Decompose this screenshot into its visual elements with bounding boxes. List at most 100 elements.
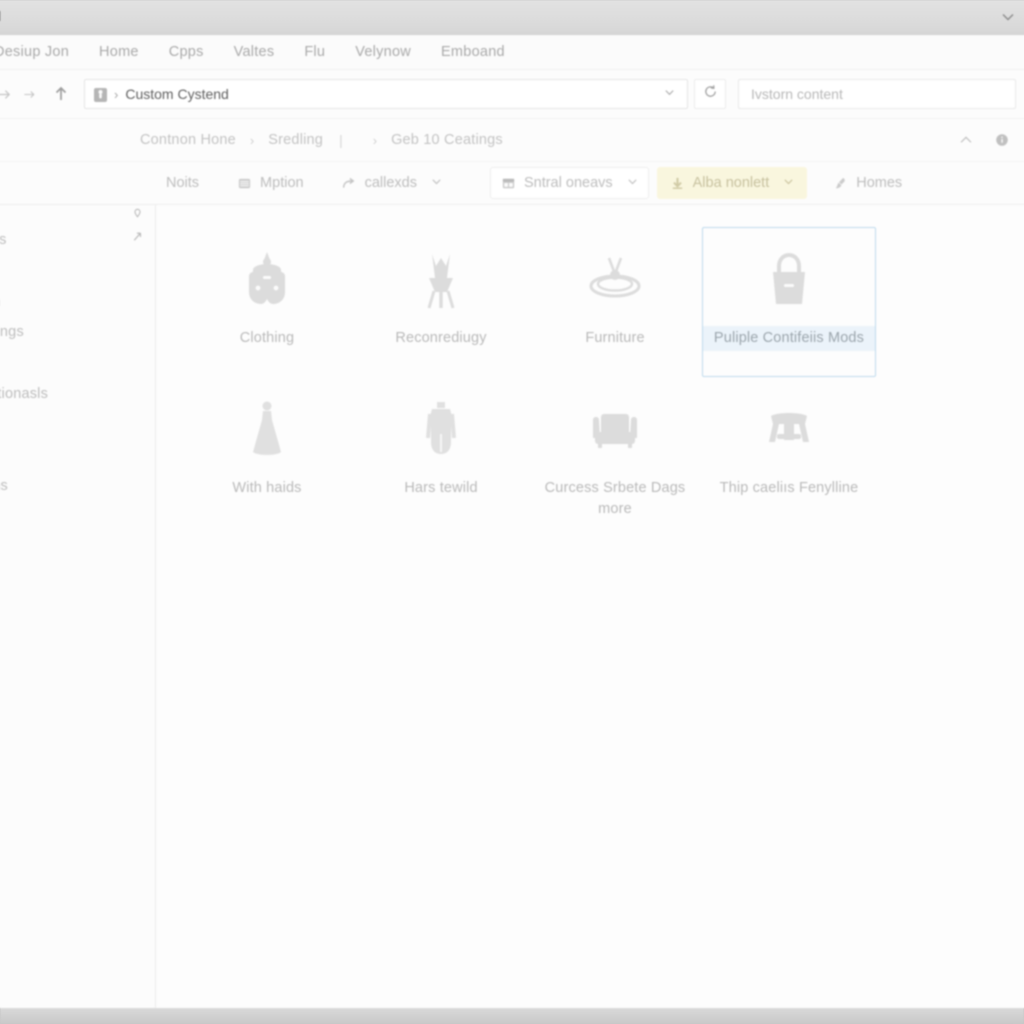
download-icon [670, 176, 685, 191]
grid-tile-thip-caelius-fenylline[interactable]: Thip caeliıs Fenylline [702, 377, 876, 527]
chevron-down-icon[interactable] [627, 176, 638, 190]
toolbar-label-mption: Mption [260, 175, 304, 191]
window-title: al [0, 8, 1, 24]
sidebar-group-gap-5 [0, 409, 155, 425]
arrow-diagonal-icon[interactable] [131, 230, 145, 244]
grid-tile-hars-tewild[interactable]: Hars tewild [354, 377, 528, 527]
desktop-bottom-bar [0, 1008, 1024, 1024]
list-icon [237, 176, 252, 191]
chevron-down-icon[interactable] [431, 176, 442, 190]
menu-item-emboand[interactable]: Emboand [441, 44, 505, 60]
menu-item-velynow[interactable]: Velynow [355, 44, 411, 60]
toolbar-item-callexds[interactable]: callexds [330, 169, 454, 197]
address-separator: › [114, 86, 119, 102]
grid-tile-clothing[interactable]: Clothing [180, 227, 354, 377]
breadcrumb-item-sredling[interactable]: Sredling [268, 132, 323, 148]
breadcrumb-divider: | [339, 132, 343, 148]
menu-item-desiup-jon[interactable]: Desiup Jon [0, 44, 69, 60]
grid-tile-reconrediugy[interactable]: Reconrediugy [354, 227, 528, 377]
sidebar-bottom-group: hs [0, 995, 155, 1008]
grid-tile-label: Clothing [239, 330, 295, 346]
share-icon [342, 176, 357, 191]
toolbar-label-callexds: callexds [364, 175, 417, 191]
toolbar-label-noits: Noits [166, 175, 200, 191]
layout-icon [501, 176, 516, 191]
menu-item-cpps[interactable]: Cpps [169, 44, 204, 60]
menu-item-flu[interactable]: Flu [304, 44, 325, 60]
toolbar-item-homes[interactable]: Homes [821, 169, 914, 197]
chevron-up-icon[interactable] [956, 130, 976, 150]
search-box[interactable] [738, 79, 1016, 109]
breadcrumb-item-geb-10-ceatings[interactable]: Geb 10 Ceatings [391, 132, 503, 148]
window-body: iles oh otings artionasls s ons hs [0, 205, 1024, 1008]
sidebar-item-otings[interactable]: otings [0, 317, 155, 347]
content-pane: Clothing Reconrediugy Furniture Puliple … [156, 205, 1024, 1008]
screen: al Desiup Jon Home Cpps Valtes Flu Velyn… [0, 0, 1024, 1024]
breadcrumb-separator-2: › [372, 132, 378, 148]
grid-tile-furniture[interactable]: Furniture [528, 227, 702, 377]
menu-item-valtes[interactable]: Valtes [234, 44, 275, 60]
table-icon [703, 388, 875, 472]
up-button[interactable] [48, 81, 74, 107]
sidebar-group-gap-3 [0, 347, 155, 363]
toolbar-label-sntral-oneavs: Sntral oneavs [523, 175, 613, 191]
sidebar-item-oh[interactable]: oh [0, 287, 155, 317]
navigation-bar: › Custom Cystend [0, 70, 1024, 119]
forward-button[interactable] [16, 81, 42, 107]
grid-tile-with-haids[interactable]: With haids [180, 377, 354, 527]
address-bar[interactable]: › Custom Cystend [84, 79, 688, 109]
drive-icon [93, 86, 108, 103]
file-explorer-window: al Desiup Jon Home Cpps Valtes Flu Velyn… [0, 0, 1024, 1008]
sidebar-item-ons[interactable]: ons [0, 471, 155, 501]
brush-icon [833, 176, 848, 191]
grid-tile-label: Hars tewild [404, 480, 478, 496]
menubar: Desiup Jon Home Cpps Valtes Flu Velynow … [0, 35, 1024, 70]
chair-icon [355, 238, 527, 322]
breadcrumb-separator: › [249, 132, 255, 148]
grid-tile-curcess-srbete-dags-more[interactable]: Curcess Srbete Dags more [528, 377, 702, 527]
breadcrumb-item-contnon-hone[interactable]: Contnon Hone [140, 132, 236, 148]
toolbar-label-alba-nonlett: Alba nonlett [692, 175, 770, 191]
grid-tile-label: Reconrediugy [395, 330, 487, 346]
window-titlebar: al [0, 0, 1024, 35]
search-input[interactable] [749, 85, 1005, 103]
folder-grid: Clothing Reconrediugy Furniture Puliple … [180, 227, 900, 527]
sidebar-group-gap-4 [0, 363, 155, 379]
pin-icon[interactable] [131, 207, 145, 221]
sidebar-item-hs[interactable]: hs [0, 995, 155, 1008]
sidebar-item-artionasls[interactable]: artionasls [0, 379, 155, 409]
toolbar-label-homes: Homes [856, 175, 903, 191]
chevron-down-icon[interactable] [783, 176, 794, 190]
sidebar-group-gap-1 [0, 255, 155, 271]
refresh-button[interactable] [694, 79, 726, 109]
sidebar-item-s[interactable]: s [0, 425, 155, 455]
dress-icon [355, 388, 527, 472]
gown-icon [181, 388, 353, 472]
toolbar-item-alba-nonlett[interactable]: Alba nonlett [656, 167, 808, 199]
command-toolbar: Noits Mption callexds Sntral oneavs Alba… [0, 162, 1024, 205]
toolbar-item-noits[interactable]: Noits [154, 169, 211, 197]
menu-item-home[interactable]: Home [99, 44, 139, 60]
sidebar-group-gap-2 [0, 271, 155, 287]
chevron-down-icon[interactable] [658, 87, 681, 101]
grid-tile-puliple-contifeiis-mods[interactable]: Puliple Contifeiis Mods [702, 227, 876, 377]
backpack-icon [181, 238, 353, 322]
sidebar-group-gap-6 [0, 455, 155, 471]
back-button[interactable] [0, 81, 16, 107]
address-value[interactable]: Custom Cystend [125, 86, 651, 102]
sofa-icon [529, 388, 701, 472]
handbag-icon [703, 238, 875, 322]
breadcrumb: Contnon Hone › Sredling | › Geb 10 Ceati… [0, 119, 1024, 162]
sidebar-tools [131, 207, 145, 244]
toolbar-item-mption[interactable]: Mption [225, 169, 316, 197]
toolbar-item-sntral-oneavs[interactable]: Sntral oneavs [489, 167, 649, 199]
grid-tile-label: Furniture [585, 330, 645, 346]
refresh-icon [703, 84, 718, 104]
chevron-down-icon[interactable] [1000, 9, 1016, 25]
grid-tile-label: Puliple Contifeiis Mods [703, 326, 875, 351]
info-circle-icon[interactable] [992, 130, 1012, 150]
hat-icon [529, 238, 701, 322]
grid-tile-label: Curcess Srbete Dags more [544, 480, 686, 517]
grid-tile-label: Thip caeliıs Fenylline [719, 480, 859, 496]
navigation-pane: iles oh otings artionasls s ons hs [0, 205, 156, 1008]
